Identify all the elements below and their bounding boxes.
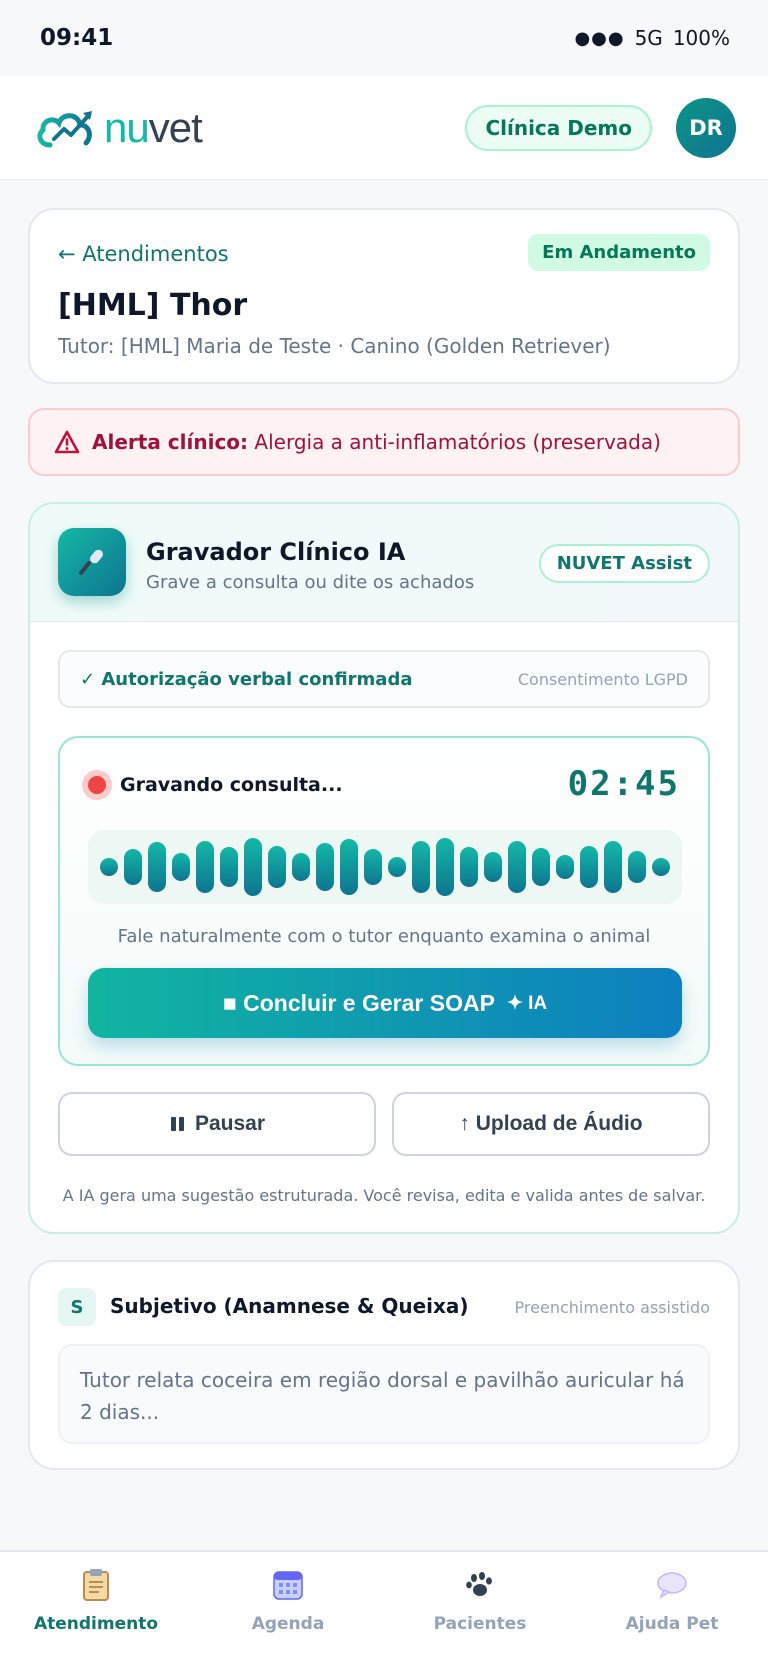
status-bar: 09:41 ●●● 5G 100% (0, 0, 768, 76)
status-time: 09:41 (40, 25, 114, 51)
logo-text: nuvet (104, 103, 203, 151)
waveform-bar (556, 855, 574, 879)
waveform-bar (460, 847, 478, 887)
subjective-title: Subjetivo (Anamnese & Queixa) (110, 1294, 469, 1318)
recorder-subtitle: Grave a consulta ou dite os achados (146, 572, 475, 593)
nav-item-atendimento[interactable]: Atendimento (0, 1552, 192, 1662)
waveform-bar (604, 841, 622, 893)
waveform-bar (652, 858, 670, 876)
waveform-bar (628, 851, 646, 883)
alert-label: Alerta clínico: (92, 430, 249, 454)
paw-icon (465, 1568, 495, 1602)
waveform-bar (508, 841, 526, 893)
upload-label: ↑ Upload de Áudio (459, 1112, 643, 1135)
finish-generate-soap-button[interactable]: ■ Concluir e Gerar SOAP ✦ IA (88, 968, 682, 1038)
nav-label-atendimento: Atendimento (33, 1614, 159, 1634)
recorder-header: Gravador Clínico IA Grave a consulta ou … (30, 504, 738, 622)
cloud-chart-icon (37, 110, 92, 147)
consent-lgpd-label: Consentimento LGPD (517, 669, 688, 689)
finish-button-label: ■ Concluir e Gerar SOAP (222, 989, 495, 1016)
upload-audio-button[interactable]: ↑ Upload de Áudio (392, 1092, 710, 1156)
waveform-bar (268, 846, 286, 888)
nav-item-ajuda-pet[interactable]: Ajuda Pet (576, 1552, 768, 1662)
user-avatar[interactable]: DR (676, 97, 736, 158)
recording-dot-icon (82, 770, 112, 800)
waveform-bar (364, 849, 382, 885)
clipboard-icon (82, 1568, 110, 1602)
recording-label: Gravando consulta... (120, 774, 343, 796)
status-indicators: ●●● 5G 100% (574, 26, 730, 50)
nuvet-assist-badge: NUVET Assist (538, 544, 710, 583)
signal-icon: ●●● (574, 27, 625, 49)
waveform-bar (244, 838, 262, 896)
waveform-bar (388, 857, 406, 877)
patient-card: ← Atendimentos Em Andamento [HML] Thor T… (28, 208, 740, 384)
waveform-bar (292, 853, 310, 881)
patient-name: [HML] Thor (58, 288, 248, 323)
waveform-bar (316, 843, 334, 891)
consent-confirmed: ✓ Autorização verbal confirmada (80, 668, 413, 690)
waveform-bar (148, 842, 166, 892)
audio-waveform (88, 830, 682, 904)
ai-disclaimer: A IA gera uma sugestão estruturada. Você… (62, 1186, 706, 1205)
network-label: 5G (634, 26, 663, 50)
assisted-fill-label: Preenchimento assistido (514, 1298, 710, 1317)
pause-icon (170, 1117, 184, 1131)
waveform-bar (580, 846, 598, 888)
clinical-alert: Alerta clínico: Alergia a anti-inflamató… (28, 408, 740, 476)
waveform-bar (172, 853, 190, 881)
bottom-navigation: Atendimento Agenda Pacientes Ajuda Pet (0, 1550, 768, 1662)
waveform-bar (196, 841, 214, 893)
recording-hint: Fale naturalmente com o tutor enquanto e… (117, 926, 651, 947)
subjective-textarea[interactable]: Tutor relata coceira em região dorsal e … (58, 1344, 710, 1444)
recording-timer: 02:45 (567, 764, 680, 804)
soap-subjective-card: S Subjetivo (Anamnese & Queixa) Preenchi… (28, 1260, 740, 1470)
nav-label-agenda: Agenda (251, 1614, 325, 1634)
waveform-bar (412, 841, 430, 893)
ai-recorder-card: Gravador Clínico IA Grave a consulta ou … (28, 502, 740, 1234)
nav-item-pacientes[interactable]: Pacientes (384, 1552, 576, 1662)
recorder-actions: Pausar ↑ Upload de Áudio (58, 1092, 710, 1156)
calendar-icon (273, 1568, 303, 1602)
nav-label-ajuda-pet: Ajuda Pet (625, 1614, 719, 1634)
waveform-bar (436, 838, 454, 896)
back-to-appointments-link[interactable]: ← Atendimentos (58, 242, 229, 266)
waveform-bar (124, 849, 142, 885)
recorder-title: Gravador Clínico IA (146, 538, 406, 566)
app-header: nuvet Clínica Demo DR (0, 76, 768, 180)
waveform-bar (100, 858, 118, 876)
recording-panel: Gravando consulta... 02:45 Fale naturalm… (58, 736, 710, 1066)
warning-icon (54, 430, 80, 454)
pause-label: Pausar (194, 1112, 266, 1135)
patient-tutor-info: Tutor: [HML] Maria de Teste · Canino (Go… (58, 334, 611, 358)
pause-button[interactable]: Pausar (58, 1092, 376, 1156)
consent-row: ✓ Autorização verbal confirmada Consenti… (58, 650, 710, 708)
alert-text: Alergia a anti-inflamatórios (preservada… (254, 430, 661, 454)
clinic-selector[interactable]: Clínica Demo (465, 104, 652, 151)
nav-label-pacientes: Pacientes (433, 1614, 527, 1634)
battery-label: 100% (672, 26, 730, 50)
microphone-icon (58, 528, 126, 596)
chat-bubble-icon (656, 1568, 688, 1602)
nuvet-logo[interactable]: nuvet (34, 103, 203, 152)
waveform-bar (532, 848, 550, 886)
status-badge: Em Andamento (528, 234, 710, 271)
waveform-bar (220, 847, 238, 887)
nav-item-agenda[interactable]: Agenda (192, 1552, 384, 1662)
subjective-badge: S (58, 1288, 96, 1326)
waveform-bar (484, 852, 502, 882)
ai-sparkle-icon: ✦ IA (506, 992, 548, 1014)
waveform-bar (340, 839, 358, 895)
